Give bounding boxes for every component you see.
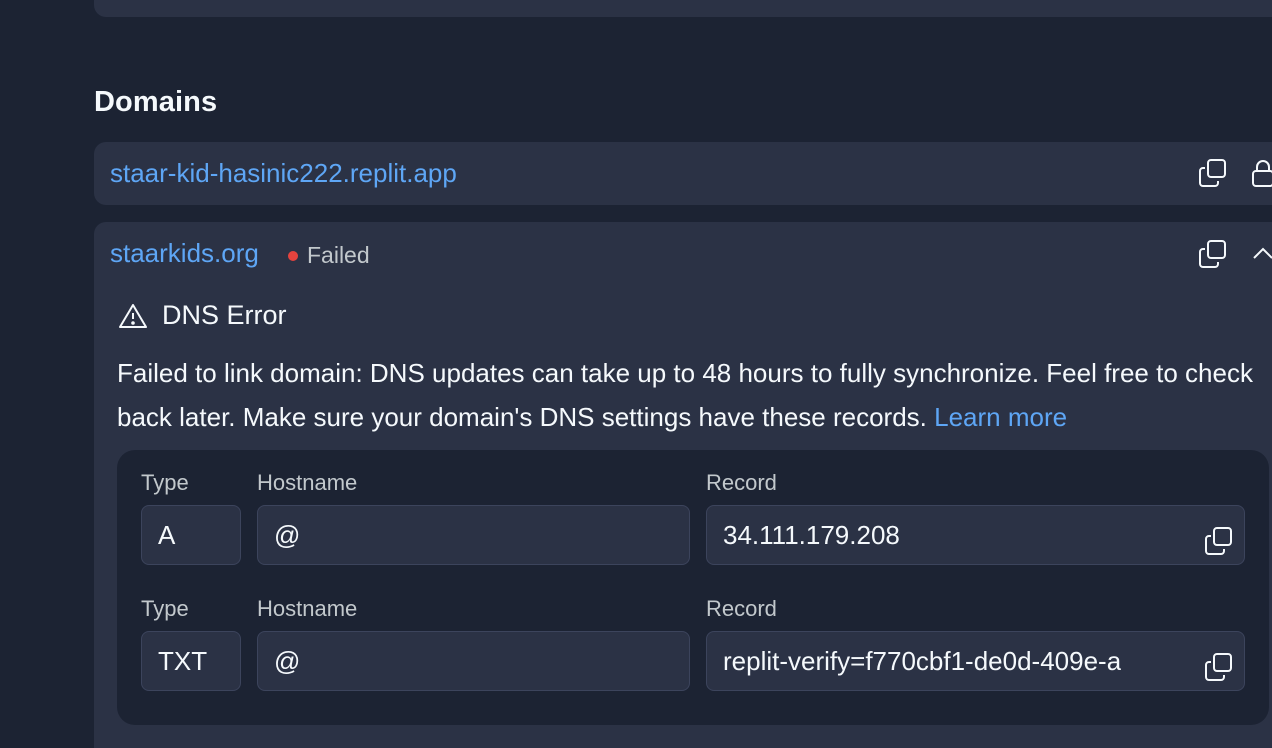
dns-error-text: Failed to link domain: DNS updates can t… (117, 358, 1253, 432)
status-dot-icon (288, 250, 298, 261)
hostname-value: @ (274, 646, 301, 676)
domain-link[interactable]: staarkids.org (110, 238, 259, 269)
record-label: Record (706, 470, 777, 495)
hostname-field[interactable]: @ (257, 631, 690, 691)
type-label: Type (141, 596, 189, 621)
record-value: replit-verify=f770cbf1-de0d-409e-a (723, 646, 1122, 676)
section-title: Domains (94, 86, 218, 118)
record-label: Record (706, 596, 777, 621)
status-badge: Failed (288, 242, 370, 269)
domain-row: staar-kid-hasinic222.replit.app (94, 142, 1272, 205)
record-field[interactable]: replit-verify=f770cbf1-de0d-409e-a (706, 631, 1245, 691)
domain-link[interactable]: staar-kid-hasinic222.replit.app (110, 158, 457, 189)
copy-icon[interactable] (1204, 644, 1234, 690)
status-label: Failed (307, 242, 370, 268)
chevron-up-icon[interactable] (1245, 236, 1272, 272)
hostname-label: Hostname (257, 596, 358, 621)
type-field[interactable]: A (141, 505, 241, 565)
record-field[interactable]: 34.111.179.208 (706, 505, 1245, 565)
dns-error-heading: DNS Error (118, 300, 287, 331)
hostname-field[interactable]: @ (257, 505, 690, 565)
type-field[interactable]: TXT (141, 631, 241, 691)
warning-icon (119, 303, 147, 328)
previous-section-card (94, 0, 1272, 17)
type-label: Type (141, 470, 189, 495)
dns-error-title: DNS Error (162, 300, 287, 330)
lock-icon (1245, 155, 1272, 191)
type-value: A (158, 520, 176, 550)
dns-error-message: Failed to link domain: DNS updates can t… (117, 351, 1272, 439)
domain-row-expanded: staarkids.org Failed DNS Error Failed to… (94, 222, 1272, 748)
dns-records-table: Type Hostname Record A @ 34.111.179.208 … (117, 450, 1269, 725)
type-value: TXT (158, 646, 208, 676)
hostname-value: @ (274, 520, 301, 550)
record-value: 34.111.179.208 (723, 520, 900, 550)
copy-icon[interactable] (1195, 236, 1231, 272)
copy-icon[interactable] (1195, 155, 1231, 191)
hostname-label: Hostname (257, 470, 358, 495)
learn-more-link[interactable]: Learn more (934, 402, 1067, 432)
copy-icon[interactable] (1204, 518, 1234, 564)
domains-page: Domains staar-kid-hasinic222.replit.app … (0, 0, 1272, 748)
